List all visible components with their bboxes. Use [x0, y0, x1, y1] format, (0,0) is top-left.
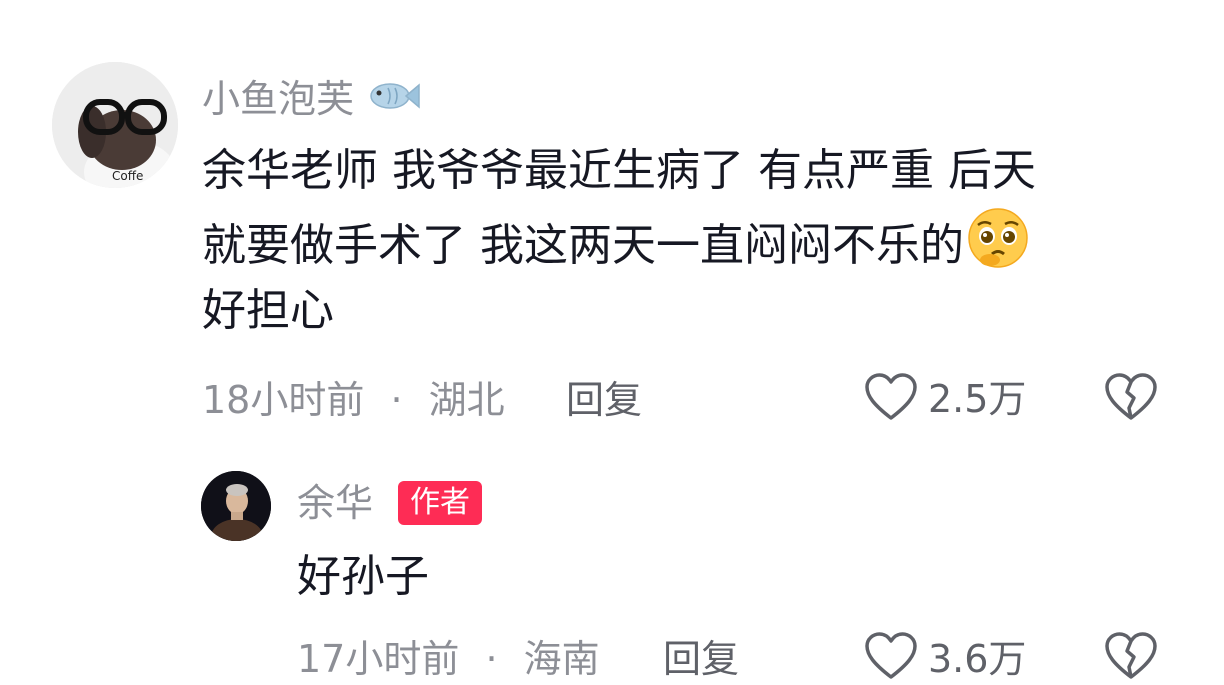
author-avatar[interactable]	[201, 471, 271, 541]
like-count: 3.6万	[928, 637, 1027, 681]
fish-icon	[366, 76, 420, 120]
comment-meta: 18小时前 · 湖北	[202, 381, 505, 419]
comment-text-line-1: 余华老师 我爷爷最近生病了 有点严重 后天	[202, 145, 1036, 196]
pleading-face-icon	[966, 206, 1030, 291]
like-button[interactable]: 3.6万	[864, 631, 1026, 680]
dislike-button[interactable]	[1104, 631, 1158, 680]
broken-heart-icon	[1104, 372, 1158, 426]
dislike-button[interactable]	[1104, 372, 1158, 426]
reply-text: 好孙子	[297, 551, 429, 602]
comment-location: 湖北	[428, 378, 505, 422]
heart-outline-icon	[864, 631, 918, 685]
commenter-username[interactable]: 小鱼泡芙	[202, 76, 420, 120]
commenter-avatar[interactable]: Coffe	[52, 62, 178, 188]
avatar-image: Coffe	[52, 62, 178, 188]
heart-outline-icon	[864, 372, 918, 426]
avatar-image	[201, 471, 271, 541]
reply-button[interactable]: 回复	[663, 640, 739, 678]
comment-text-line-2-content: 就要做手术了 我这两天一直闷闷不乐的	[202, 220, 964, 271]
reply-meta: 17小时前 · 海南	[297, 640, 600, 678]
reply-time: 17小时前	[297, 637, 460, 681]
author-badge: 作者	[398, 481, 482, 525]
broken-heart-icon	[1104, 631, 1158, 680]
like-button[interactable]: 2.5万	[864, 372, 1026, 426]
comment-text-line-3: 好担心	[202, 285, 334, 336]
reply-location: 海南	[523, 637, 600, 681]
svg-text:Coffe: Coffe	[112, 169, 143, 183]
reply-button[interactable]: 回复	[566, 381, 642, 419]
meta-separator: ·	[485, 637, 498, 681]
username-text: 小鱼泡芙	[202, 77, 355, 121]
comment-time: 18小时前	[202, 378, 365, 422]
like-count: 2.5万	[928, 377, 1027, 421]
author-username[interactable]: 余华	[297, 484, 373, 522]
meta-separator: ·	[390, 378, 403, 422]
